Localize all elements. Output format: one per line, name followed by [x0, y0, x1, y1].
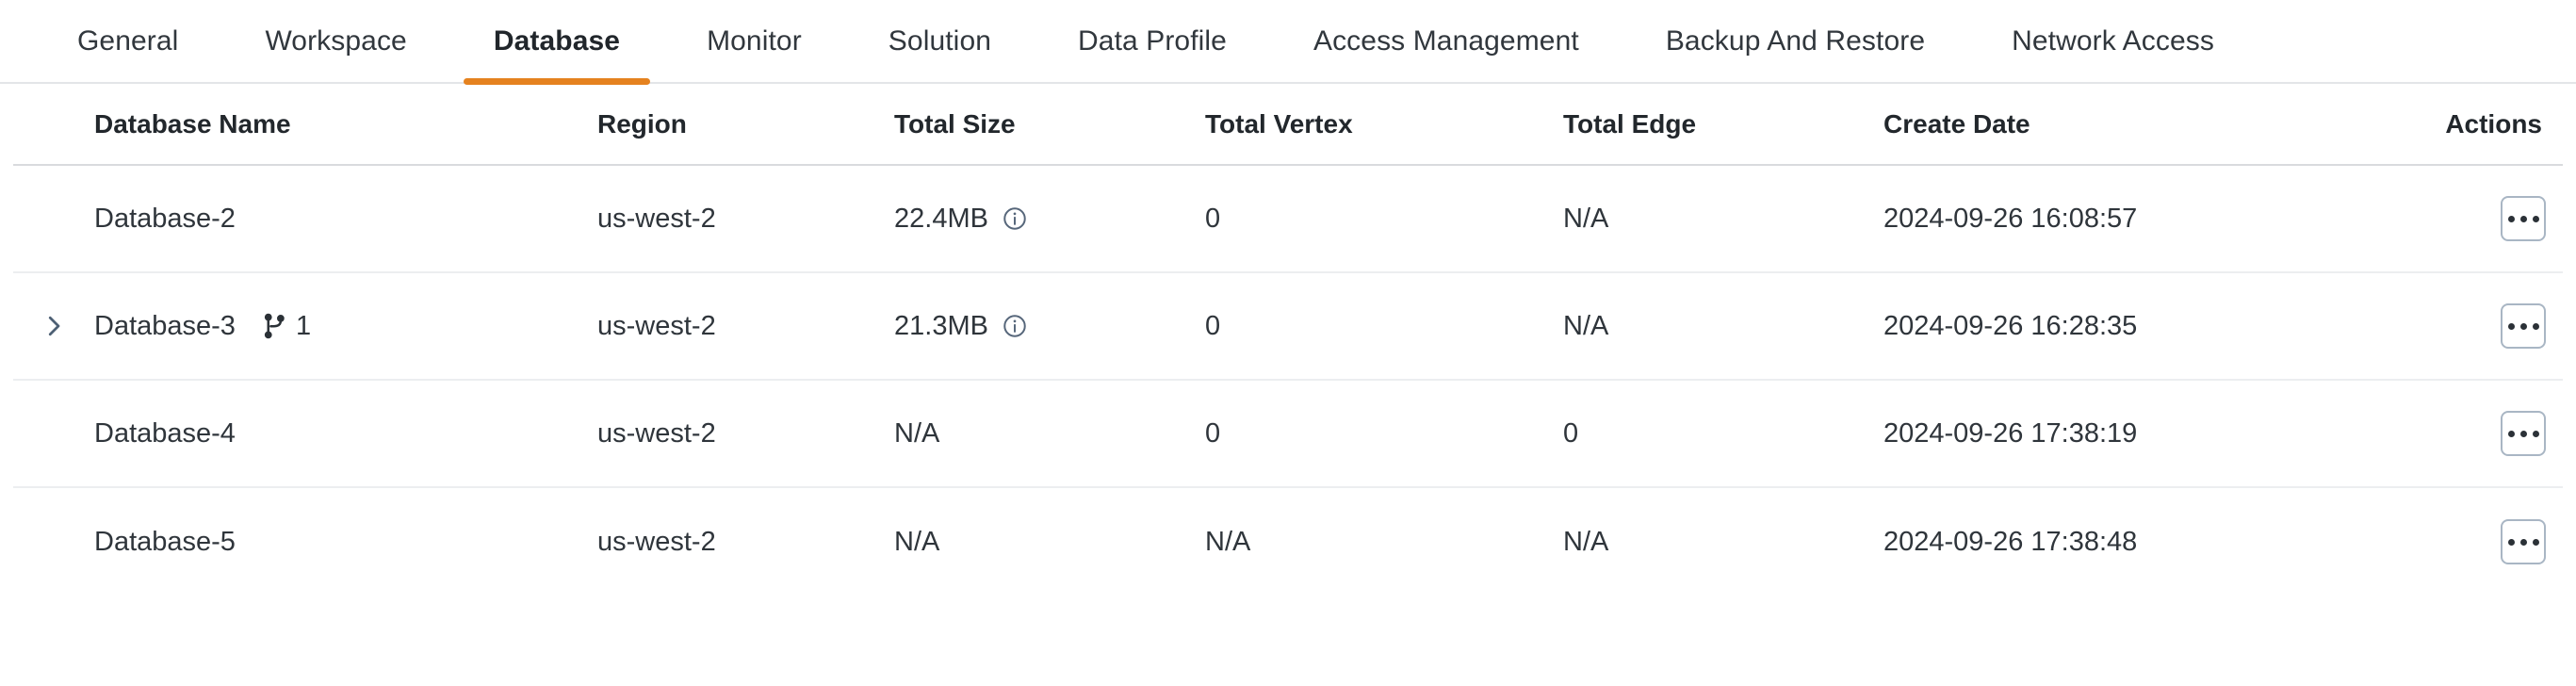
database-name-text: Database-3 [94, 310, 236, 341]
cell-create-date: 2024-09-26 17:38:19 [1883, 417, 2138, 449]
cell-total-vertex: 0 [1205, 417, 1221, 449]
tab-solution[interactable]: Solution [845, 0, 1035, 83]
cell-actions [2279, 196, 2563, 241]
cell-total-size: 21.3MB [894, 311, 1205, 342]
column-header-edge: Total Edge [1563, 108, 1697, 139]
ellipsis-icon [2532, 322, 2539, 330]
database-name-text: Database-5 [94, 526, 236, 557]
tab-label: Backup And Restore [1665, 24, 1926, 57]
cell-actions [2279, 519, 2563, 564]
branch-count: 1 [295, 310, 312, 341]
table-row[interactable]: Database-2 us-west-2 22.4MB 0 N/A 2024-09-26 … [13, 166, 2563, 273]
ellipsis-icon [2519, 430, 2527, 437]
column-header-vertex: Total Vertex [1205, 108, 1353, 139]
database-table: Database Name Region Total Size Total Verte… [0, 84, 2576, 596]
cell-create-date: 2024-09-26 17:38:48 [1883, 526, 2138, 557]
table-row[interactable]: Database-5 us-west-2 N/A N/A N/A 2024-09-26 1… [13, 488, 2563, 596]
cell-total-edge: N/A [1563, 203, 1609, 234]
total-size-text: N/A [894, 417, 940, 449]
tab-network-access[interactable]: Network Access [1968, 0, 2258, 83]
database-name-text: Database-4 [94, 417, 236, 449]
tab-label: Database [493, 24, 621, 57]
tab-label: General [77, 24, 179, 57]
info-circle-icon[interactable] [1002, 205, 1028, 232]
cell-actions [2279, 303, 2563, 349]
column-header-size: Total Size [894, 108, 1016, 139]
cell-total-vertex: N/A [1205, 526, 1251, 557]
ellipsis-icon [2507, 538, 2515, 546]
tab-label: Solution [888, 24, 992, 57]
chevron-right-icon[interactable] [38, 311, 70, 342]
cell-total-size: N/A [894, 527, 1205, 558]
git-branch-icon [260, 312, 288, 340]
tab-database[interactable]: Database [450, 0, 663, 85]
column-header-actions: Actions [2445, 108, 2542, 139]
tab-workspace[interactable]: Workspace [221, 0, 449, 83]
table-row[interactable]: Database-4 us-west-2 N/A 0 0 2024-09-26 17:38… [13, 381, 2563, 488]
cell-total-edge: N/A [1563, 526, 1609, 557]
ellipsis-icon [2507, 322, 2515, 330]
ellipsis-icon [2507, 215, 2515, 222]
total-size-text: 21.3MB [894, 310, 988, 341]
tab-monitor[interactable]: Monitor [663, 0, 845, 83]
tab-label: Data Profile [1078, 24, 1227, 57]
table-body: Database-2 us-west-2 22.4MB 0 N/A 2024-09-26 … [13, 166, 2563, 596]
ellipsis-icon [2532, 430, 2539, 437]
cell-total-size: 22.4MB [894, 204, 1205, 235]
row-actions-button[interactable] [2501, 519, 2546, 564]
cell-total-vertex: 0 [1205, 310, 1221, 341]
column-header-name: Database Name [94, 108, 291, 139]
cell-database-name: Database-2 [13, 204, 597, 235]
column-header-region: Region [597, 108, 687, 139]
ellipsis-icon [2507, 430, 2515, 437]
cell-total-size: N/A [894, 418, 1205, 449]
tab-general[interactable]: General [34, 0, 221, 83]
table-header-row: Database Name Region Total Size Total Verte… [13, 84, 2563, 166]
cell-database-name: Database-4 [13, 418, 597, 449]
ellipsis-icon [2519, 538, 2527, 546]
tab-access-management[interactable]: Access Management [1270, 0, 1622, 83]
tab-data-profile[interactable]: Data Profile [1035, 0, 1270, 83]
cell-database-name: Database-3 1 [13, 311, 597, 342]
tab-label: Network Access [2012, 24, 2214, 57]
cell-create-date: 2024-09-26 16:28:35 [1883, 310, 2138, 341]
tab-backup-and-restore[interactable]: Backup And Restore [1622, 0, 1968, 83]
ellipsis-icon [2519, 215, 2527, 222]
tab-label: Workspace [265, 24, 407, 57]
ellipsis-icon [2519, 322, 2527, 330]
cell-total-edge: 0 [1563, 417, 1579, 449]
database-name-text: Database-2 [94, 203, 236, 234]
total-size-text: N/A [894, 526, 940, 557]
cell-create-date: 2024-09-26 16:08:57 [1883, 203, 2138, 234]
info-circle-icon[interactable] [1002, 313, 1028, 339]
total-size-text: 22.4MB [894, 203, 988, 234]
branch-badge[interactable]: 1 [260, 311, 311, 342]
cell-total-vertex: 0 [1205, 203, 1221, 234]
tab-label: Access Management [1312, 24, 1579, 57]
ellipsis-icon [2532, 538, 2539, 546]
ellipsis-icon [2532, 215, 2539, 222]
table-row[interactable]: Database-3 1 us-west-2 21.3MB 0 N/A 2024-09-26… [13, 273, 2563, 381]
active-tab-indicator [463, 78, 651, 85]
cell-total-edge: N/A [1563, 310, 1609, 341]
settings-tab-bar: General Workspace Database Monitor Solution D… [0, 0, 2576, 85]
cell-region: us-west-2 [597, 417, 716, 449]
cell-actions [2279, 411, 2563, 456]
row-actions-button[interactable] [2501, 411, 2546, 456]
row-actions-button[interactable] [2501, 303, 2546, 349]
cell-region: us-west-2 [597, 203, 716, 234]
cell-database-name: Database-5 [13, 527, 597, 558]
cell-region: us-west-2 [597, 526, 716, 557]
cell-region: us-west-2 [597, 310, 716, 341]
tab-label: Monitor [707, 24, 802, 57]
row-actions-button[interactable] [2501, 196, 2546, 241]
column-header-date: Create Date [1883, 108, 2030, 139]
